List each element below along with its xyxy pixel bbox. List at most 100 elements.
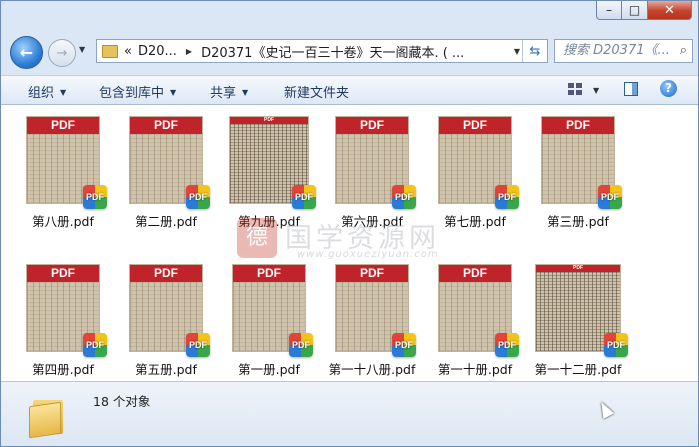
pdf-app-icon: PDF bbox=[392, 185, 416, 209]
search-placeholder: 搜索 D20371《... bbox=[563, 43, 670, 58]
file-name: 第一册.pdf bbox=[238, 362, 300, 377]
file-item[interactable]: PDF PDF 第九册.pdf bbox=[219, 116, 319, 230]
pdf-thumbnail: PDF PDF bbox=[232, 264, 313, 357]
pdf-thumbnail: PDF PDF bbox=[438, 264, 519, 357]
file-item[interactable]: PDF PDF 第四册.pdf bbox=[13, 264, 113, 378]
chevron-down-icon: ▼ bbox=[242, 88, 249, 97]
organize-menu[interactable]: 组织 ▼ bbox=[28, 82, 66, 101]
pdf-thumbnail: PDF PDF bbox=[541, 116, 622, 209]
forward-arrow-icon: → bbox=[56, 45, 68, 61]
organize-label: 组织 bbox=[28, 86, 55, 101]
watermark-url: www.guoxueziyuan.com bbox=[297, 249, 439, 260]
pdf-banner: PDF bbox=[27, 265, 99, 282]
pdf-app-icon: PDF bbox=[186, 185, 210, 209]
pdf-thumbnail: PDF PDF bbox=[129, 116, 210, 209]
file-item[interactable]: PDF PDF 第二册.pdf bbox=[116, 116, 216, 230]
navigation-bar: ← → ▼ « D20... ▶ D20371《史记一百三十卷》天一阁藏本. (… bbox=[1, 31, 698, 71]
maximize-button[interactable]: □ bbox=[622, 1, 648, 20]
file-name: 第六册.pdf bbox=[341, 214, 403, 229]
pdf-banner: PDF bbox=[336, 265, 408, 282]
file-name: 第七册.pdf bbox=[444, 214, 506, 229]
pdf-banner: PDF bbox=[130, 117, 202, 134]
command-toolbar: 组织 ▼ 包含到库中 ▼ 共享 ▼ 新建文件夹 ▼ ? bbox=[1, 75, 698, 105]
pdf-banner: PDF bbox=[230, 117, 308, 124]
pdf-thumbnail: PDF PDF bbox=[229, 116, 316, 209]
pdf-thumbnail: PDF PDF bbox=[129, 264, 210, 357]
view-options-dropdown-icon[interactable]: ▼ bbox=[593, 86, 599, 95]
pdf-thumbnail: PDF PDF bbox=[335, 116, 416, 209]
file-item[interactable]: PDF PDF 第一十八册.pdf bbox=[322, 264, 422, 378]
item-count: 18 个对象 bbox=[93, 394, 151, 409]
file-item[interactable]: PDF PDF 第一册.pdf bbox=[219, 264, 319, 378]
pdf-thumbnail: PDF PDF bbox=[535, 264, 628, 357]
file-name: 第四册.pdf bbox=[32, 362, 94, 377]
file-name: 第一十册.pdf bbox=[437, 362, 513, 377]
pdf-app-icon: PDF bbox=[495, 333, 519, 357]
details-pane: 18 个对象 bbox=[1, 381, 698, 446]
explorer-window: – □ ✕ ← → ▼ « D20... ▶ D20371《史记一百三十卷》天一… bbox=[0, 0, 699, 447]
pdf-banner: PDF bbox=[439, 265, 511, 282]
share-menu[interactable]: 共享 ▼ bbox=[210, 82, 248, 101]
pdf-app-icon: PDF bbox=[392, 333, 416, 357]
breadcrumb-overflow[interactable]: « bbox=[124, 44, 132, 59]
file-name: 第一十八册.pdf bbox=[328, 362, 416, 377]
preview-pane-icon[interactable] bbox=[624, 82, 638, 96]
pdf-thumbnail: PDF PDF bbox=[26, 116, 107, 209]
file-list: PDF PDF 第八册.pdf PDF PDF 第二册.pdf PDF PDF 第九册… bbox=[1, 105, 698, 381]
pdf-app-icon: PDF bbox=[495, 185, 519, 209]
forward-button[interactable]: → bbox=[48, 39, 76, 67]
window-controls: – □ ✕ bbox=[596, 1, 692, 20]
folder-icon bbox=[102, 44, 118, 58]
address-bar[interactable]: « D20... ▶ D20371《史记一百三十卷》天一阁藏本. ( ... ▼… bbox=[96, 39, 548, 63]
file-name: 第八册.pdf bbox=[32, 214, 94, 229]
file-name: 第一十二册.pdf bbox=[534, 362, 622, 377]
change-view-icon[interactable] bbox=[568, 83, 582, 95]
file-item[interactable]: PDF PDF 第一十二册.pdf bbox=[528, 264, 628, 378]
breadcrumb-current[interactable]: D20371《史记一百三十卷》天一阁藏本. ( ... bbox=[201, 42, 464, 61]
pdf-banner: PDF bbox=[536, 265, 620, 272]
pdf-banner: PDF bbox=[336, 117, 408, 134]
address-dropdown-icon[interactable]: ▼ bbox=[514, 47, 520, 56]
folder-icon bbox=[29, 394, 69, 439]
pdf-app-icon: PDF bbox=[83, 333, 107, 357]
back-button[interactable]: ← bbox=[10, 36, 43, 69]
new-folder-button[interactable]: 新建文件夹 bbox=[284, 82, 349, 101]
file-name: 第二册.pdf bbox=[135, 214, 197, 229]
pdf-app-icon: PDF bbox=[598, 185, 622, 209]
recent-pages-dropdown[interactable]: ▼ bbox=[79, 45, 85, 54]
pdf-app-icon: PDF bbox=[289, 333, 313, 357]
breadcrumb-separator-icon[interactable]: ▶ bbox=[186, 47, 192, 56]
file-item[interactable]: PDF PDF 第六册.pdf bbox=[322, 116, 422, 230]
pdf-app-icon: PDF bbox=[292, 185, 316, 209]
include-library-label: 包含到库中 bbox=[99, 86, 165, 101]
back-arrow-icon: ← bbox=[19, 43, 34, 62]
file-item[interactable]: PDF PDF 第七册.pdf bbox=[425, 116, 525, 230]
help-icon[interactable]: ? bbox=[660, 80, 677, 97]
pdf-banner: PDF bbox=[233, 265, 305, 282]
maximize-icon: □ bbox=[628, 3, 641, 17]
search-input[interactable]: 搜索 D20371《... ⌕ bbox=[554, 39, 693, 63]
file-item[interactable]: PDF PDF 第五册.pdf bbox=[116, 264, 216, 378]
minimize-button[interactable]: – bbox=[596, 1, 622, 20]
file-item[interactable]: PDF PDF 第一十册.pdf bbox=[425, 264, 525, 378]
pdf-banner: PDF bbox=[130, 265, 202, 282]
pdf-banner: PDF bbox=[439, 117, 511, 134]
close-button[interactable]: ✕ bbox=[648, 1, 692, 20]
close-icon: ✕ bbox=[664, 2, 675, 18]
refresh-icon: ⇆ bbox=[529, 43, 541, 59]
file-name: 第三册.pdf bbox=[547, 214, 609, 229]
pdf-thumbnail: PDF PDF bbox=[335, 264, 416, 357]
share-label: 共享 bbox=[210, 86, 237, 101]
file-item[interactable]: PDF PDF 第八册.pdf bbox=[13, 116, 113, 230]
breadcrumb-parent[interactable]: D20... bbox=[138, 44, 177, 59]
search-icon[interactable]: ⌕ bbox=[680, 40, 687, 62]
file-name: 第五册.pdf bbox=[135, 362, 197, 377]
file-item[interactable]: PDF PDF 第三册.pdf bbox=[528, 116, 628, 230]
pdf-app-icon: PDF bbox=[604, 333, 628, 357]
pdf-thumbnail: PDF PDF bbox=[26, 264, 107, 357]
include-in-library-menu[interactable]: 包含到库中 ▼ bbox=[99, 82, 176, 101]
refresh-button[interactable]: ⇆ bbox=[522, 40, 547, 62]
pdf-banner: PDF bbox=[27, 117, 99, 134]
minimize-icon: – bbox=[606, 3, 612, 17]
chevron-down-icon: ▼ bbox=[170, 88, 177, 97]
